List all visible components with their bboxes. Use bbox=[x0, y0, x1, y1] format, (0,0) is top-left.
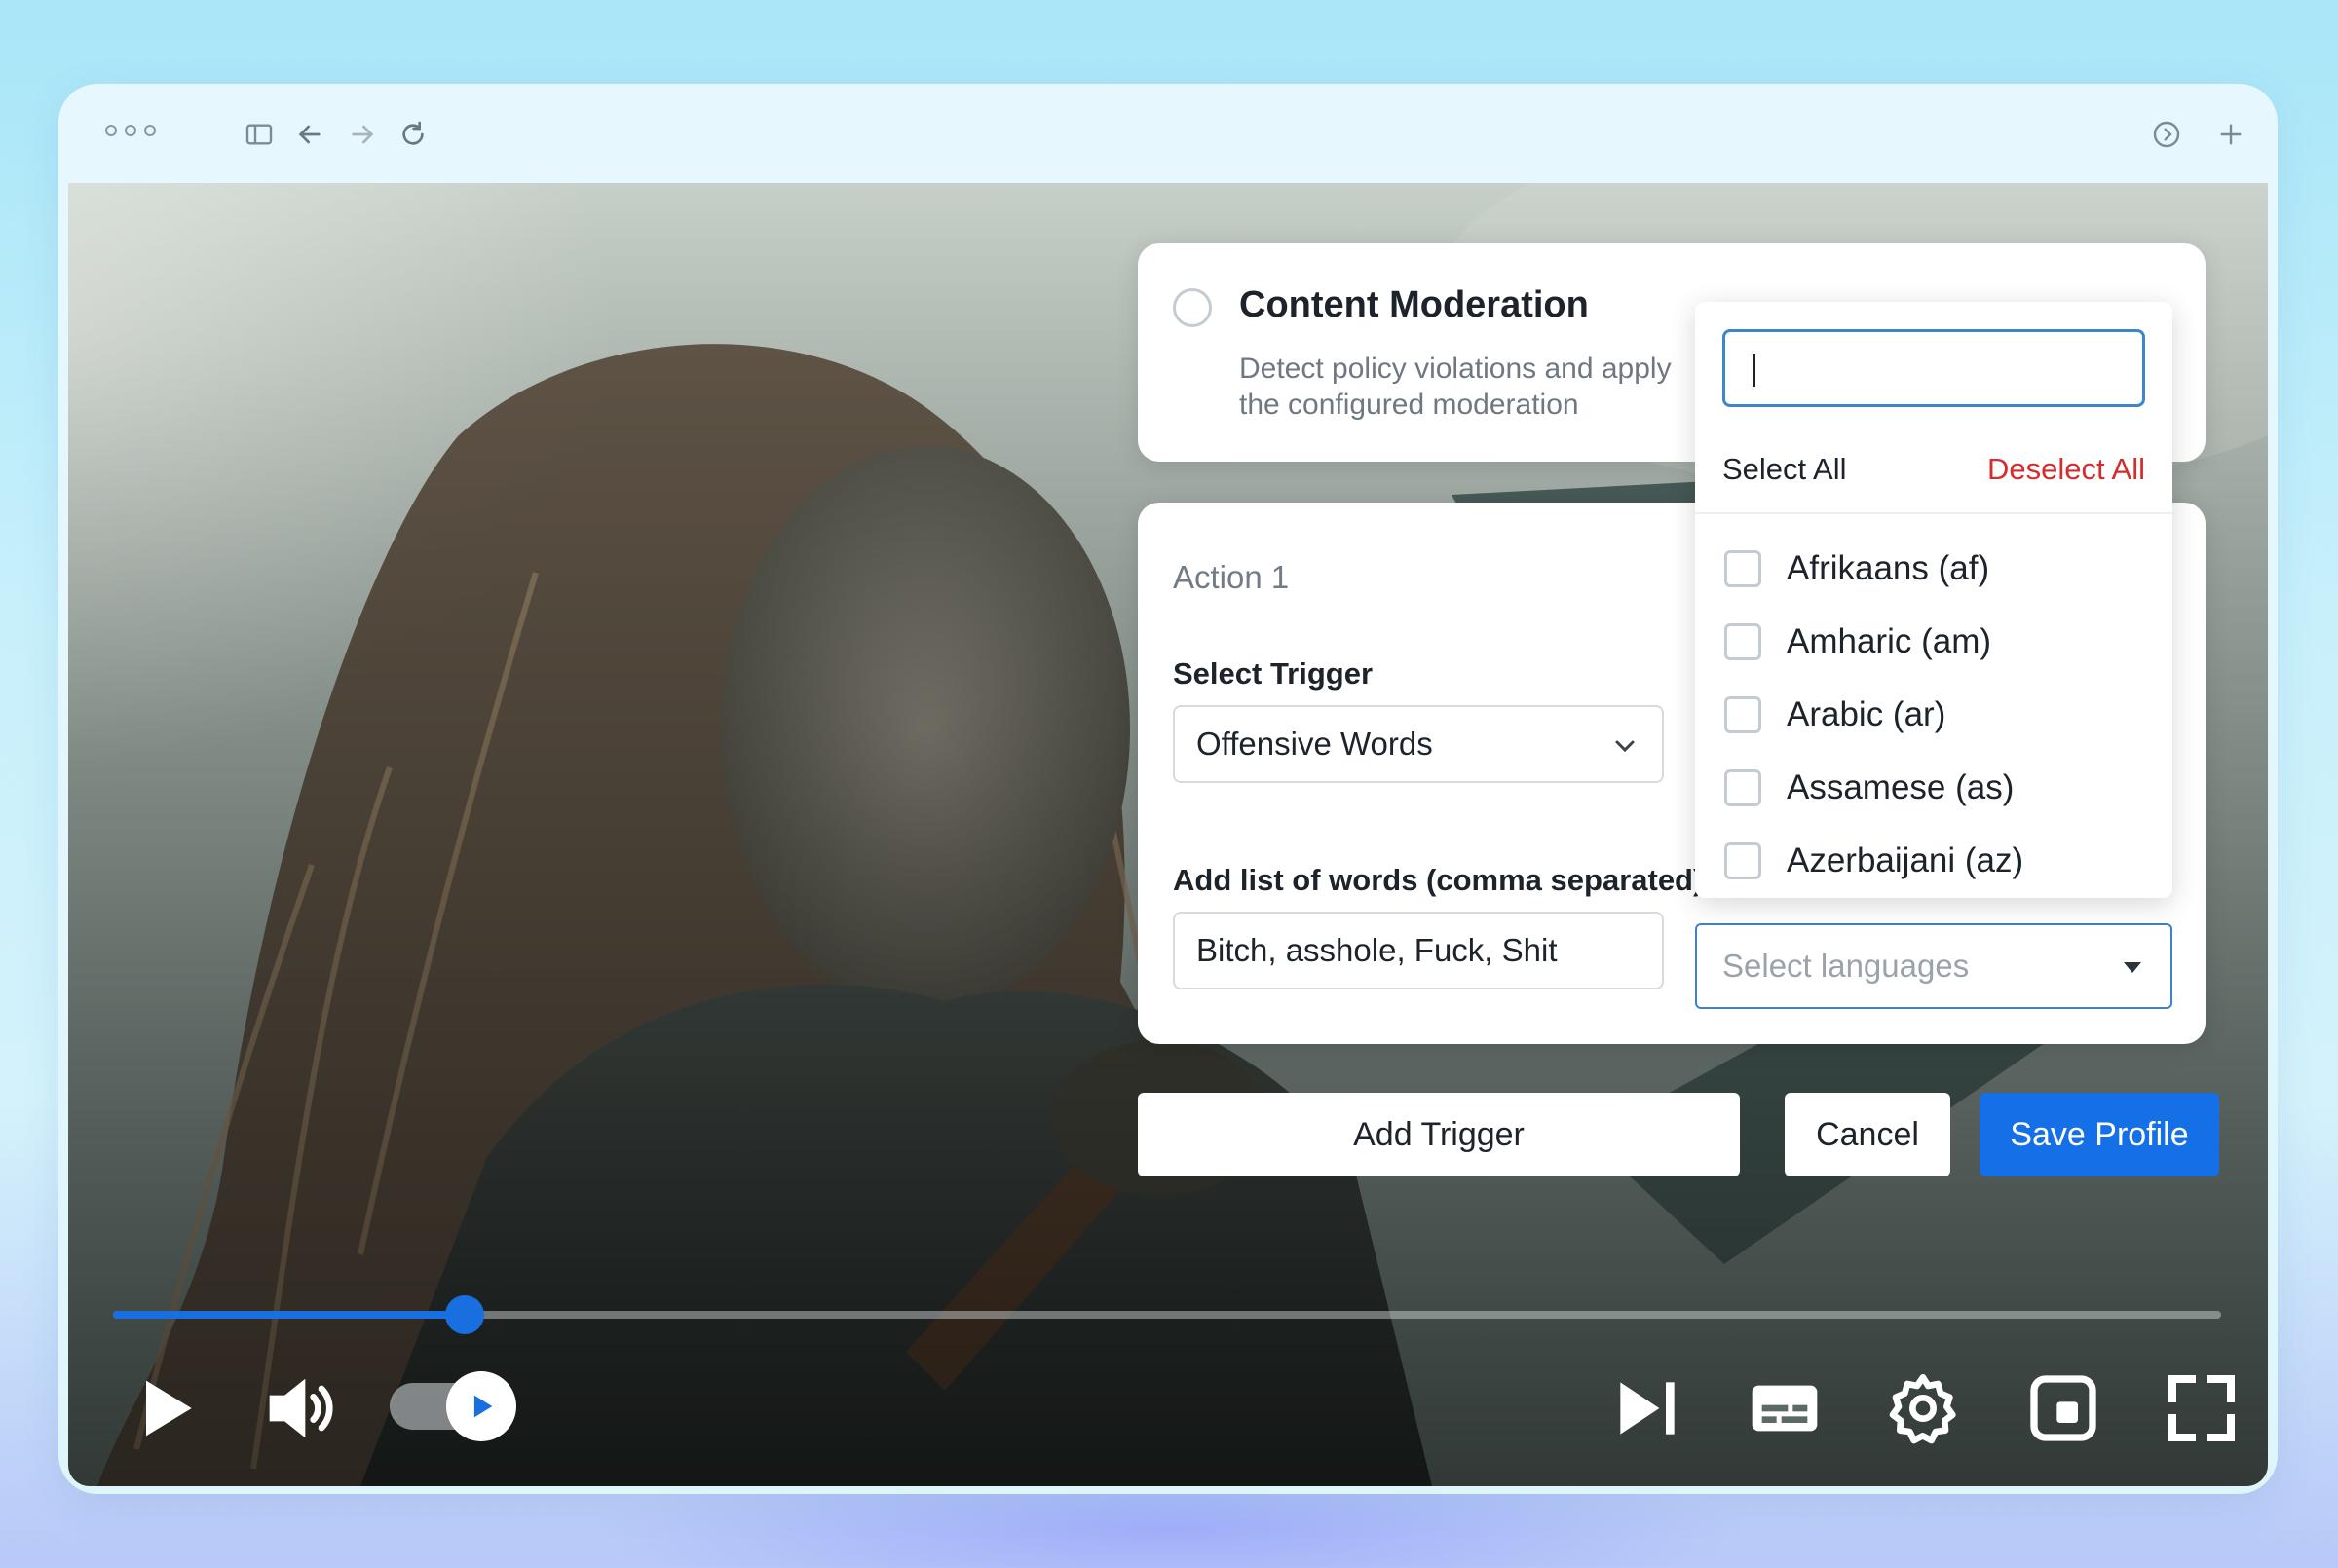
language-option-label: Arabic (ar) bbox=[1787, 695, 1946, 733]
progress-bar[interactable] bbox=[113, 1295, 2221, 1334]
autoplay-knob bbox=[446, 1371, 516, 1441]
video-player[interactable]: Content Moderation Detect policy violati… bbox=[68, 183, 2268, 1486]
play-icon bbox=[473, 1395, 493, 1418]
language-dropdown: Select All Deselect All Afrikaans (af) A… bbox=[1695, 302, 2172, 898]
words-label: Add list of words (comma separated) bbox=[1173, 863, 1704, 897]
checkbox[interactable] bbox=[1724, 696, 1761, 733]
reload-icon[interactable] bbox=[394, 115, 433, 154]
browser-window: Content Moderation Detect policy violati… bbox=[58, 84, 2278, 1494]
window-dot[interactable] bbox=[125, 125, 136, 136]
window-controls[interactable] bbox=[105, 125, 156, 136]
subtitles-icon[interactable] bbox=[1746, 1369, 1824, 1447]
circle-arrow-icon[interactable] bbox=[2147, 115, 2186, 154]
cancel-button[interactable]: Cancel bbox=[1785, 1093, 1950, 1176]
autoplay-toggle[interactable] bbox=[390, 1371, 516, 1441]
language-option[interactable]: Azerbaijani (az) bbox=[1724, 832, 2023, 890]
sidebar-icon[interactable] bbox=[240, 115, 279, 154]
chevron-down-icon bbox=[1615, 740, 1635, 753]
checkbox[interactable] bbox=[1724, 550, 1761, 587]
volume-icon[interactable] bbox=[263, 1369, 341, 1447]
add-trigger-button[interactable]: Add Trigger bbox=[1138, 1093, 1740, 1176]
action-title: Action 1 bbox=[1173, 559, 1290, 595]
progress-fill bbox=[113, 1311, 466, 1319]
content-moderation-description: Detect policy violations and apply the c… bbox=[1239, 353, 1672, 421]
settings-icon[interactable] bbox=[1884, 1369, 1962, 1447]
trigger-value: Offensive Words bbox=[1196, 726, 1433, 762]
window-dot[interactable] bbox=[144, 125, 156, 136]
languages-select[interactable]: Select languages bbox=[1695, 923, 2172, 1009]
language-option-label: Azerbaijani (az) bbox=[1787, 841, 2024, 879]
language-option-label: Afrikaans (af) bbox=[1787, 549, 1990, 587]
trigger-select[interactable]: Offensive Words bbox=[1173, 705, 1664, 783]
words-input[interactable]: Bitch, asshole, Fuck, Shit bbox=[1173, 912, 1664, 989]
languages-placeholder: Select languages bbox=[1722, 948, 1970, 984]
language-option[interactable]: Amharic (am) bbox=[1724, 613, 1991, 671]
fullscreen-icon[interactable] bbox=[2163, 1369, 2241, 1447]
language-option[interactable]: Assamese (as) bbox=[1724, 759, 2014, 817]
caret-down-icon bbox=[2124, 962, 2141, 973]
deselect-all-link[interactable]: Deselect All bbox=[1987, 452, 2145, 487]
language-option[interactable]: Arabic (ar) bbox=[1724, 686, 1945, 744]
arrow-right-icon[interactable] bbox=[343, 115, 382, 154]
language-option[interactable]: Afrikaans (af) bbox=[1724, 540, 1989, 598]
language-search-input[interactable] bbox=[1722, 329, 2145, 407]
skip-next-icon[interactable] bbox=[1607, 1369, 1685, 1447]
play-icon[interactable] bbox=[127, 1369, 205, 1447]
language-option-label: Amharic (am) bbox=[1787, 622, 1992, 660]
divider bbox=[1695, 512, 2172, 514]
words-value: Bitch, asshole, Fuck, Shit bbox=[1196, 932, 1558, 968]
plus-icon[interactable] bbox=[2211, 115, 2250, 154]
browser-toolbar bbox=[58, 84, 2278, 183]
checkbox[interactable] bbox=[1724, 769, 1761, 806]
select-all-link[interactable]: Select All bbox=[1722, 452, 1847, 487]
checkbox[interactable] bbox=[1724, 623, 1761, 660]
arrow-left-icon[interactable] bbox=[290, 115, 329, 154]
moderation-radio[interactable] bbox=[1173, 288, 1212, 327]
text-cursor bbox=[1753, 354, 1755, 387]
content-moderation-title: Content Moderation bbox=[1239, 284, 1589, 325]
miniplayer-icon[interactable] bbox=[2024, 1369, 2102, 1447]
checkbox[interactable] bbox=[1724, 842, 1761, 879]
save-profile-button[interactable]: Save Profile bbox=[1980, 1093, 2219, 1176]
window-dot[interactable] bbox=[105, 125, 117, 136]
trigger-label: Select Trigger bbox=[1173, 656, 1374, 691]
language-option-label: Assamese (as) bbox=[1787, 768, 2015, 806]
